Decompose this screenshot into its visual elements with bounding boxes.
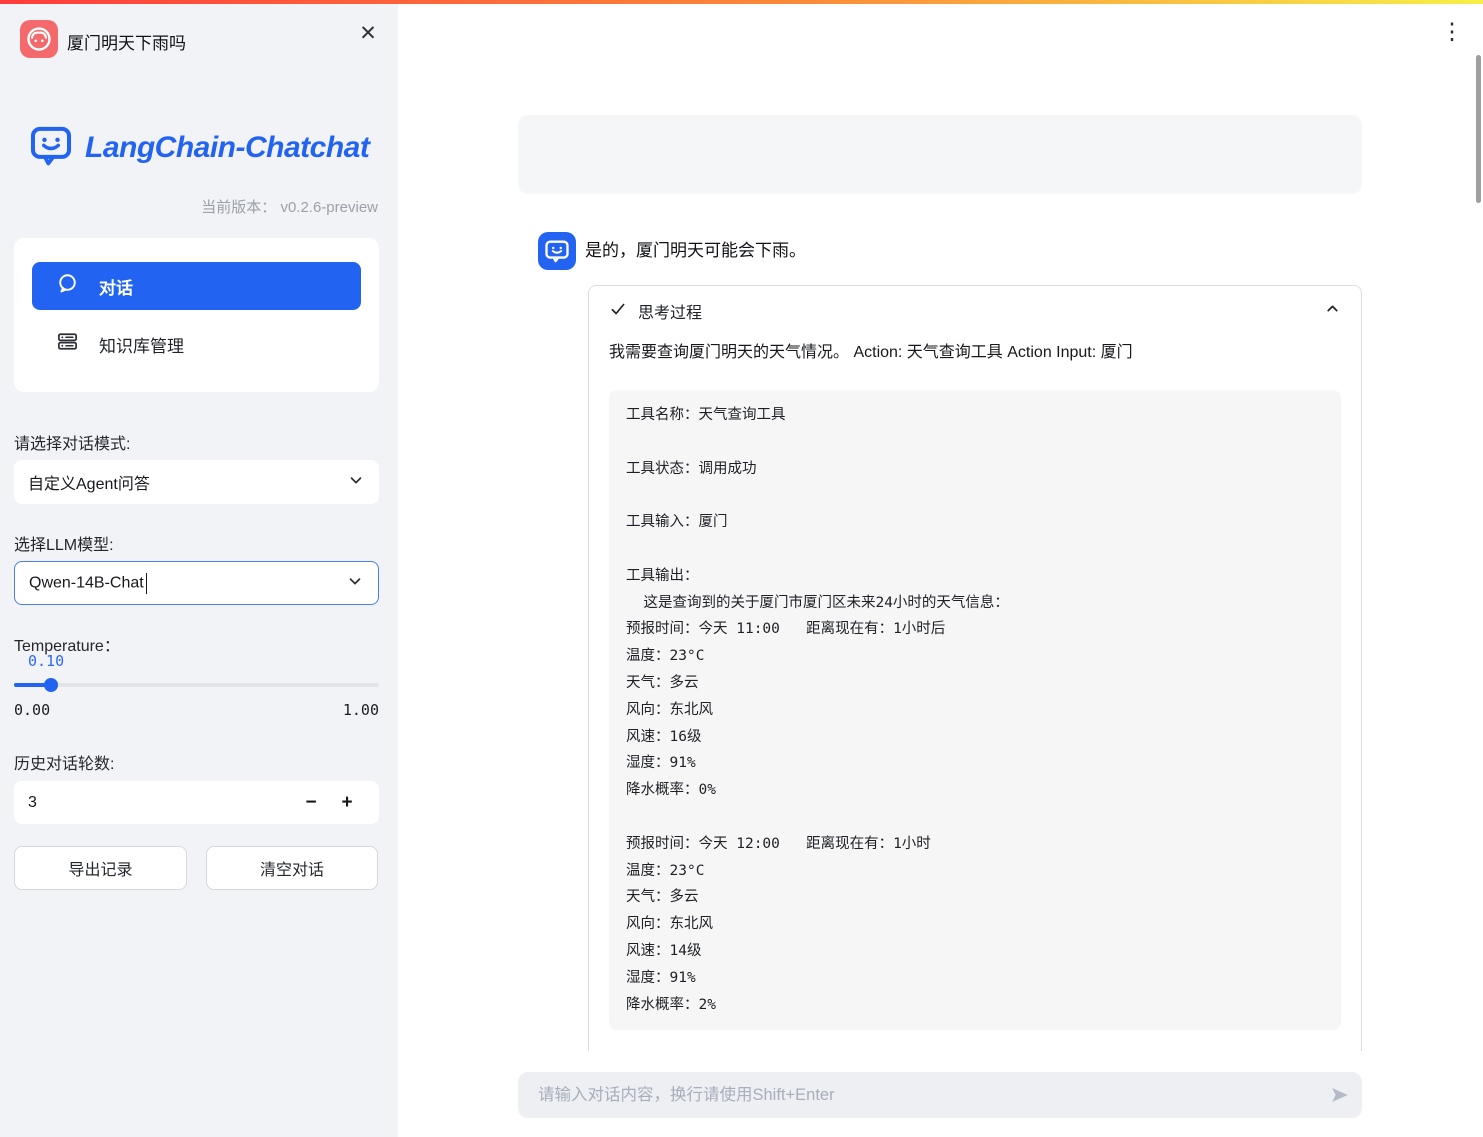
user-message bbox=[518, 115, 1362, 194]
assistant-avatar bbox=[538, 232, 576, 270]
temperature-min: 0.00 bbox=[14, 701, 50, 719]
chevron-up-icon[interactable] bbox=[1324, 300, 1341, 322]
tool-output-code-block: 工具名称：天气查询工具 工具状态：调用成功 工具输入：厦门 工具输出： 这是查询… bbox=[609, 390, 1341, 1030]
chat-input-container bbox=[518, 1072, 1362, 1118]
chat-bubble-icon bbox=[56, 272, 79, 300]
nav-item-label: 对话 bbox=[99, 274, 133, 299]
agent-thought-text: 我需要查询厦门明天的天气情况。 Action: 天气查询工具 Action In… bbox=[589, 341, 1361, 365]
expander-title: 思考过程 bbox=[638, 299, 1324, 323]
running-status-bar bbox=[0, 0, 1483, 4]
chevron-down-icon bbox=[346, 572, 364, 595]
temperature-slider-thumb[interactable] bbox=[44, 678, 58, 692]
version-info: 当前版本： v0.2.6-preview bbox=[201, 196, 378, 217]
scrollbar[interactable] bbox=[1476, 55, 1481, 203]
history-rounds-value[interactable]: 3 bbox=[28, 794, 293, 812]
llm-model-value: Qwen-14B-Chat bbox=[29, 573, 346, 594]
main-menu-kebab-icon[interactable]: ⋮ bbox=[1438, 16, 1466, 46]
increment-button[interactable]: + bbox=[329, 785, 365, 821]
sidebar: ✕ LangChain-Chatchat 当前版本： v0.2.6-previe… bbox=[0, 4, 398, 1137]
expander-header[interactable]: 思考过程 bbox=[589, 286, 1361, 336]
dialogue-mode-value: 自定义Agent问答 bbox=[28, 470, 347, 494]
logo-text: LangChain-Chatchat bbox=[85, 131, 369, 165]
nav-item-label: 知识库管理 bbox=[99, 332, 184, 357]
clear-dialogue-button[interactable]: 清空对话 bbox=[206, 846, 378, 890]
temperature-slider[interactable] bbox=[14, 678, 379, 692]
sidebar-close-icon[interactable]: ✕ bbox=[352, 18, 384, 50]
history-rounds-stepper: 3 − + bbox=[14, 781, 379, 824]
nav-item-dialogue[interactable]: 对话 bbox=[32, 262, 361, 310]
app-logo: LangChain-Chatchat bbox=[26, 122, 369, 173]
dialogue-mode-label: 请选择对话模式: bbox=[14, 430, 130, 454]
assistant-message-text: 是的，厦门明天可能会下雨。 bbox=[585, 238, 806, 264]
slider-track[interactable] bbox=[14, 683, 379, 687]
decrement-button[interactable]: − bbox=[293, 785, 329, 821]
llm-model-select[interactable]: Qwen-14B-Chat bbox=[14, 561, 379, 605]
check-icon bbox=[609, 300, 627, 323]
history-rounds-label: 历史对话轮数: bbox=[14, 750, 114, 774]
text-cursor bbox=[146, 573, 148, 594]
user-avatar bbox=[20, 20, 58, 58]
temperature-range: 0.00 1.00 bbox=[14, 701, 379, 719]
dialogue-mode-select[interactable]: 自定义Agent问答 bbox=[14, 460, 379, 504]
llm-model-label: 选择LLM模型: bbox=[14, 531, 114, 555]
app-window: ✕ LangChain-Chatchat 当前版本： v0.2.6-previe… bbox=[0, 0, 1483, 1137]
chat-input[interactable] bbox=[518, 1072, 1318, 1118]
temperature-current-value: 0.10 bbox=[28, 652, 64, 670]
logo-chat-bubble-icon bbox=[26, 122, 76, 173]
chevron-down-icon bbox=[347, 471, 365, 494]
export-history-button[interactable]: 导出记录 bbox=[14, 846, 187, 890]
version-value: v0.2.6-preview bbox=[280, 199, 378, 216]
nav-item-knowledge-base[interactable]: 知识库管理 bbox=[32, 320, 361, 368]
user-message-text: 厦门明天下雨吗 bbox=[67, 29, 186, 54]
version-label: 当前版本： bbox=[201, 199, 276, 216]
thought-process-expander: 思考过程 我需要查询厦门明天的天气情况。 Action: 天气查询工具 Acti… bbox=[588, 285, 1362, 1051]
nav-menu: 对话 知识库管理 bbox=[14, 238, 379, 392]
temperature-max: 1.00 bbox=[343, 701, 379, 719]
tool-output-text: 工具名称：天气查询工具 工具状态：调用成功 工具输入：厦门 工具输出： 这是查询… bbox=[626, 402, 1324, 1018]
send-icon[interactable] bbox=[1318, 1072, 1362, 1118]
server-stack-icon bbox=[56, 330, 79, 358]
